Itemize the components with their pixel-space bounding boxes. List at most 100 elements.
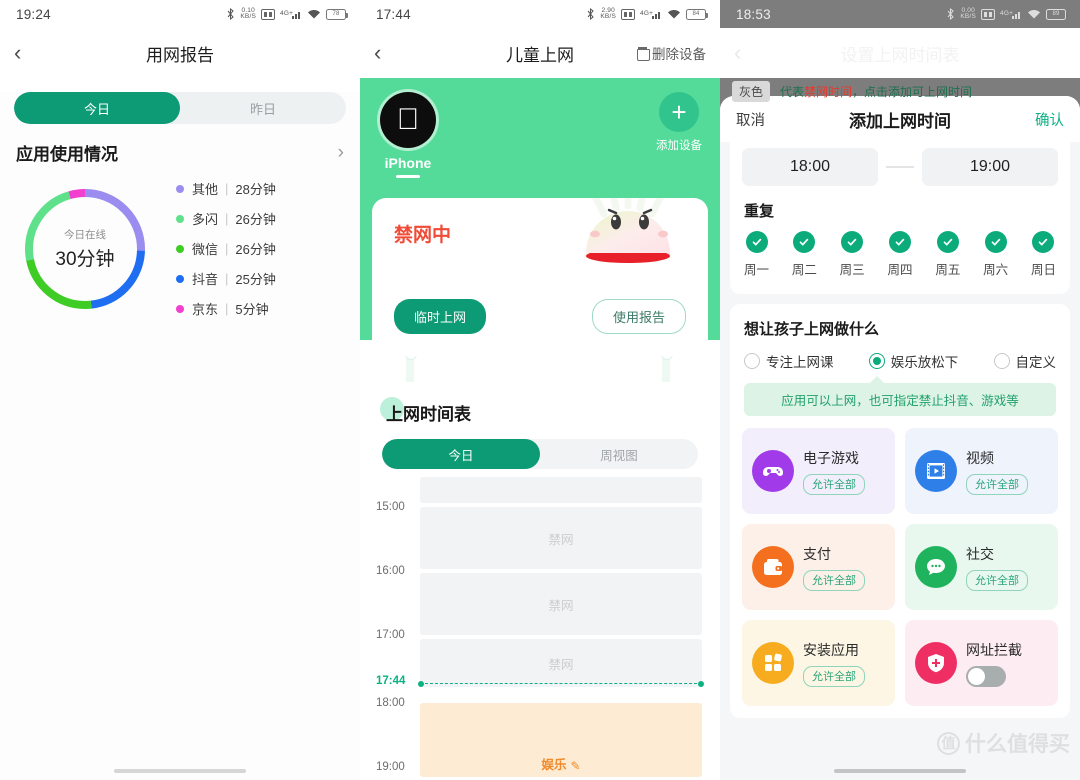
nav-bar: ‹ 儿童上网 删除设备 [360, 28, 720, 78]
legend-label: 多闪 [192, 212, 219, 227]
cellular-signal-icon: 4G+ [1000, 9, 1022, 20]
legend-dot-icon [176, 304, 184, 313]
end-time-field[interactable]: 19:00 [922, 148, 1058, 186]
permission-pill[interactable]: 允许全部 [966, 569, 1028, 591]
time-range-dash [886, 166, 914, 168]
url-block-toggle[interactable] [966, 665, 1006, 687]
tab-yesterday[interactable]: 昨日 [180, 92, 346, 124]
weekday-周一[interactable]: 周一 [744, 231, 769, 278]
delete-device-button[interactable]: 删除设备 [637, 43, 706, 63]
device-selected-underline [396, 175, 420, 178]
delete-device-label: 删除设备 [652, 47, 706, 62]
permission-pill[interactable]: 允许全部 [966, 473, 1028, 495]
radio-icon [744, 353, 760, 369]
permission-pill[interactable]: 允许全部 [803, 665, 865, 687]
sheet-title: 添加上网时间 [849, 111, 951, 131]
gamepad-icon [752, 450, 794, 492]
legend-label: 抖音 [192, 272, 219, 287]
apple-icon:  [380, 92, 436, 148]
battery-icon: 78 [326, 8, 348, 20]
weekday-周五[interactable]: 周五 [935, 231, 960, 278]
weekday-周六[interactable]: 周六 [983, 231, 1008, 278]
legend-label: 微信 [192, 242, 219, 257]
time-label: 19:00 [376, 761, 405, 773]
check-icon [1032, 231, 1055, 253]
app-usage-section-header[interactable]: 应用使用情况 › [16, 140, 344, 165]
schedule-block-blocked[interactable]: 禁网 [420, 507, 702, 569]
app-card-支付[interactable]: 支付 允许全部 [742, 524, 895, 610]
back-button[interactable]: ‹ [374, 42, 402, 64]
weekday-周二[interactable]: 周二 [792, 231, 817, 278]
apps-icon [752, 642, 794, 684]
legend-dot-icon [176, 184, 184, 193]
weekday-label: 周六 [983, 263, 1009, 277]
radio-label: 自定义 [1015, 355, 1057, 370]
status-time: 18:53 [736, 6, 771, 22]
app-card-安装应用[interactable]: 安装应用 允许全部 [742, 620, 895, 706]
schedule-block-blocked[interactable]: 禁网 [420, 573, 702, 635]
radio-娱乐放松下[interactable]: 娱乐放松下 [868, 351, 958, 371]
cancel-button[interactable]: 取消 [736, 109, 765, 130]
app-card-text: 社交 允许全部 [966, 544, 1028, 591]
pencil-icon[interactable]: ✎ [570, 759, 580, 773]
panel-child-internet: 17:44 2.90 KB/S 4G+ 84 ‹ 儿童上网 删除设备 iPhon… [360, 0, 720, 780]
weekday-周三[interactable]: 周三 [840, 231, 865, 278]
app-card-电子游戏[interactable]: 电子游戏 允许全部 [742, 428, 895, 514]
home-indicator [834, 769, 966, 773]
weekday-周日[interactable]: 周日 [1031, 231, 1056, 278]
schedule-panel: 上网时间表 今日 周视图 15:00 禁网 16:00 禁网 17:00 禁网 … [368, 382, 712, 780]
confirm-button[interactable]: 确认 [1035, 109, 1064, 130]
usage-report-button[interactable]: 使用报告 [591, 299, 686, 334]
schedule-title: 上网时间表 [380, 397, 471, 425]
usage-chart-row: 今日在线 30分钟 其他 | 28分钟 多闪 | 26分钟 微信 | 26分钟 抖音 | 25分钟 京东… [0, 179, 360, 318]
legend-banner: 灰色 代表禁网时间，点击添加可上网时间 [720, 78, 1080, 104]
back-button[interactable]: ‹ [734, 42, 762, 64]
device-iphone[interactable]:  iPhone [378, 92, 438, 178]
battery-icon: 84 [686, 8, 708, 20]
add-device-button[interactable]: + 添加设备 [656, 92, 702, 153]
legend-item: 微信 | 26分钟 [176, 239, 360, 258]
app-card-网址拦截[interactable]: 网址拦截 [905, 620, 1058, 706]
weekday-label: 周一 [744, 263, 770, 277]
app-card-视频[interactable]: 视频 允许全部 [905, 428, 1058, 514]
time-label: 17:00 [376, 629, 405, 641]
legend-separator: | [225, 211, 229, 226]
trash-icon [637, 47, 650, 61]
check-icon [841, 231, 864, 253]
status-icons: 2.90 KB/S 4G+ 84 [587, 7, 708, 21]
status-icons: 0.10 KB/S 4G+ 78 [227, 7, 348, 21]
home-indicator [114, 769, 246, 773]
wifi-icon [667, 9, 681, 20]
back-button[interactable]: ‹ [14, 42, 42, 64]
legend-item: 抖音 | 25分钟 [176, 269, 360, 288]
temporary-access-button[interactable]: 临时上网 [394, 299, 487, 334]
tab-today[interactable]: 今日 [382, 439, 540, 469]
svg-text:4G+: 4G+ [1000, 10, 1013, 17]
chevron-right-icon[interactable]: › [338, 142, 344, 164]
svg-text:4G+: 4G+ [280, 10, 293, 17]
weekday-周四[interactable]: 周四 [887, 231, 913, 278]
repeat-title: 重复 [744, 203, 775, 220]
schedule-block-entertainment[interactable]: 娱乐 ✎ [420, 703, 702, 777]
schedule-block[interactable] [420, 477, 702, 503]
permission-pill[interactable]: 允许全部 [803, 473, 865, 495]
app-card-社交[interactable]: 社交 允许全部 [905, 524, 1058, 610]
schedule-block-blocked[interactable]: 禁网 [420, 639, 702, 687]
permission-pill[interactable]: 允许全部 [803, 569, 865, 591]
legend-dot-icon [176, 244, 184, 253]
radio-自定义[interactable]: 自定义 [993, 351, 1057, 371]
check-icon [936, 231, 959, 253]
start-time-field[interactable]: 18:00 [742, 148, 878, 186]
day-segmented-control[interactable]: 今日 昨日 [14, 92, 346, 124]
activity-radio-group: 专注上网课 娱乐放松下 自定义 [742, 351, 1058, 371]
legend-dot-icon [176, 274, 184, 283]
radio-专注上网课[interactable]: 专注上网课 [744, 351, 834, 371]
panel-set-schedule: 18:53 0.00 KB/S 4G+ 89 ‹ 设置上网时间表 灰色 代表禁网… [720, 0, 1080, 780]
tab-today[interactable]: 今日 [14, 92, 180, 124]
shield-icon [915, 642, 957, 684]
site-watermark: 值 什么值得买 [937, 728, 1070, 758]
tab-week-view[interactable]: 周视图 [540, 439, 698, 469]
legend-value: 5分钟 [235, 302, 269, 317]
schedule-tabs[interactable]: 今日 周视图 [382, 439, 698, 469]
legend-item: 京东 | 5分钟 [176, 299, 360, 318]
